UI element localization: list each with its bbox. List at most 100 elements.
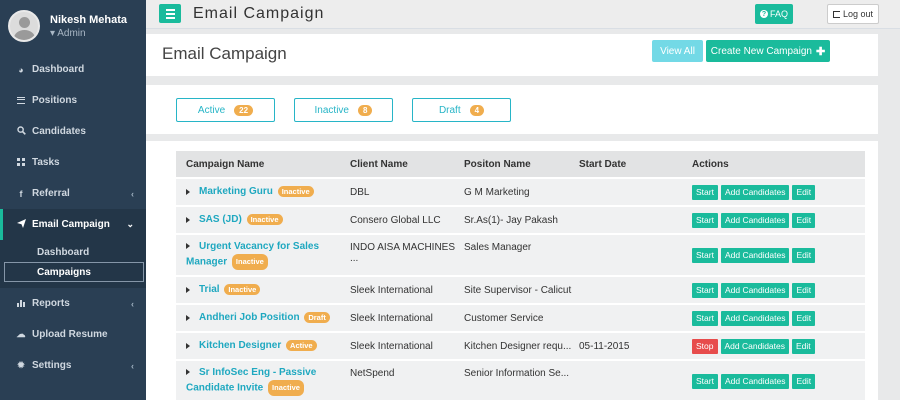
sign-out-icon xyxy=(832,10,840,18)
sidebar-item-email-campaign[interactable]: Email Campaign ⌄ xyxy=(0,209,146,240)
add-candidates-button[interactable]: Add Candidates xyxy=(720,338,789,354)
start-button[interactable]: Start xyxy=(692,310,718,326)
expand-caret-icon[interactable] xyxy=(186,243,190,249)
table-header: Campaign Name Client Name Positon Name S… xyxy=(176,151,865,177)
sidebar-item-label: Tasks xyxy=(32,157,60,168)
sidebar-item-label: Reports xyxy=(32,298,70,309)
table-row: Kitchen Designer Active Sleek Internatio… xyxy=(176,331,865,359)
edit-button[interactable]: Edit xyxy=(792,373,816,389)
sidebar-item-candidates[interactable]: Candidates xyxy=(0,116,146,147)
edit-button[interactable]: Edit xyxy=(792,282,816,298)
expand-caret-icon[interactable] xyxy=(186,342,190,349)
column-header: Positon Name xyxy=(464,158,531,170)
expand-caret-icon[interactable] xyxy=(186,286,190,293)
add-candidates-button[interactable]: Add Candidates xyxy=(720,212,790,228)
sidebar-item-settings[interactable]: ✹ Settings ‹ xyxy=(0,350,146,381)
create-campaign-button[interactable]: Create New Campaign ✚ xyxy=(706,40,830,62)
question-icon: ? xyxy=(759,10,768,18)
edit-button[interactable]: Edit xyxy=(792,212,816,228)
sidebar-item-reports[interactable]: Reports ‹ xyxy=(0,288,146,319)
edit-button[interactable]: Edit xyxy=(792,184,816,200)
tab-label: Inactive xyxy=(314,104,349,116)
sidebar-item-positions[interactable]: Positions xyxy=(0,85,146,116)
sidebar-item-label: Referral xyxy=(32,188,70,199)
expand-caret-icon[interactable] xyxy=(186,369,190,375)
cloud-upload-icon: ☁ xyxy=(16,329,26,339)
faq-label: FAQ xyxy=(769,9,788,19)
list-icon xyxy=(16,96,26,106)
add-candidates-button[interactable]: Add Candidates xyxy=(720,310,790,326)
logout-button[interactable]: Log out xyxy=(827,4,879,24)
expand-caret-icon[interactable] xyxy=(186,314,190,321)
sidebar-item-upload-resume[interactable]: ☁ Upload Resume xyxy=(0,319,146,350)
sidebar-item-dashboard[interactable]: ◕ Dashboard xyxy=(0,54,146,85)
status-badge: Inactive xyxy=(268,380,304,396)
column-header: Client Name xyxy=(350,158,408,170)
add-candidates-button[interactable]: Add Candidates xyxy=(720,282,790,298)
start-button[interactable]: Start xyxy=(692,282,718,298)
add-candidates-button[interactable]: Add Candidates xyxy=(720,247,790,263)
view-all-button[interactable]: View All xyxy=(652,40,703,62)
campaign-name-link[interactable]: SAS (JD) xyxy=(199,215,242,226)
tab-label: Active xyxy=(197,104,226,116)
start-button[interactable]: Start xyxy=(692,184,718,200)
gear-icon: ✹ xyxy=(17,360,25,370)
position-name: Senior Information Se... xyxy=(464,368,570,379)
column-header: Actions xyxy=(692,158,729,170)
dashboard-icon: ◕ xyxy=(18,64,24,75)
chevron-down-icon: ⌄ xyxy=(126,219,134,229)
sidebar-item-referral[interactable]: f Referral ‹ xyxy=(0,178,146,209)
sidebar: Nikesh Mehata ▾ Admin ◕ Dashboard Positi… xyxy=(0,0,146,400)
chevron-left-icon: ‹ xyxy=(131,188,134,199)
campaign-name-link[interactable]: Trial xyxy=(199,285,220,296)
start-button[interactable]: Start xyxy=(692,212,718,228)
client-name: Consero Global LLC xyxy=(350,214,441,226)
client-name: Sleek International xyxy=(350,340,433,352)
position-name: G M Marketing xyxy=(464,186,530,198)
tab-inactive[interactable]: Inactive 8 xyxy=(294,98,393,122)
status-badge: Inactive xyxy=(224,284,261,296)
submenu-item-dashboard[interactable]: Dashboard xyxy=(0,242,146,262)
campaign-name-link[interactable]: Sr InfoSec Eng - Passive xyxy=(199,367,316,378)
sidebar-item-tasks[interactable]: Tasks xyxy=(0,147,146,178)
profile[interactable]: Nikesh Mehata ▾ Admin xyxy=(0,0,146,52)
count-badge: 8 xyxy=(358,104,373,116)
edit-button[interactable]: Edit xyxy=(792,338,815,354)
position-name: Kitchen Designer requ... xyxy=(464,340,572,352)
table-row: Marketing Guru Inactive DBL G M Marketin… xyxy=(176,177,865,205)
tab-draft[interactable]: Draft 4 xyxy=(412,98,511,122)
position-name: Site Supervisor - Calicut xyxy=(464,284,572,296)
add-candidates-button[interactable]: Add Candidates xyxy=(720,373,790,389)
position-name: Customer Service xyxy=(464,312,544,324)
campaign-name-link[interactable]: Kitchen Designer xyxy=(199,341,281,352)
start-button[interactable]: Start xyxy=(692,373,718,389)
sidebar-item-label: Settings xyxy=(32,360,72,371)
start-button[interactable]: Start xyxy=(692,247,718,263)
status-badge: Active xyxy=(286,340,317,352)
email-campaign-submenu: Dashboard Campaigns xyxy=(0,240,146,288)
faq-button[interactable]: ? FAQ xyxy=(755,4,793,24)
stop-button[interactable]: Stop xyxy=(692,338,718,354)
submenu-item-campaigns[interactable]: Campaigns xyxy=(4,262,144,282)
menu-toggle-button[interactable] xyxy=(159,4,181,23)
bar-chart-icon xyxy=(16,299,26,309)
expand-caret-icon[interactable] xyxy=(186,188,190,195)
client-name: DBL xyxy=(350,186,370,198)
top-bar: Email Campaign ? FAQ Log out xyxy=(146,0,900,29)
profile-role[interactable]: ▾ Admin xyxy=(50,28,127,39)
campaign-name-link[interactable]: Andheri Job Position xyxy=(199,313,300,324)
campaign-name-link[interactable]: Urgent Vacancy for Sales xyxy=(199,241,319,252)
calendar-icon xyxy=(16,157,26,168)
add-candidates-button[interactable]: Add Candidates xyxy=(720,184,790,200)
campaign-name-link-cont[interactable]: Candidate Invite xyxy=(186,383,263,394)
status-badge: Draft xyxy=(304,312,330,324)
facebook-icon: f xyxy=(19,188,23,199)
tab-active[interactable]: Active 22 xyxy=(176,98,275,122)
expand-caret-icon[interactable] xyxy=(186,216,190,223)
client-name: NetSpend xyxy=(350,368,395,379)
edit-button[interactable]: Edit xyxy=(792,247,816,263)
edit-button[interactable]: Edit xyxy=(792,310,816,326)
campaign-name-link[interactable]: Marketing Guru xyxy=(199,187,273,198)
campaign-name-link-cont[interactable]: Manager xyxy=(186,257,227,268)
table-row: Trial Inactive Sleek International Site … xyxy=(176,275,865,303)
